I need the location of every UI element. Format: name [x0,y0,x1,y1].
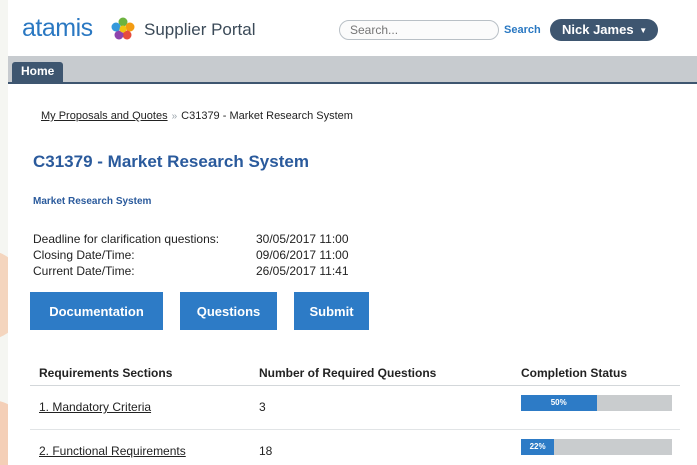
date-row: Current Date/Time: 26/05/2017 11:41 [33,264,393,280]
user-menu-button[interactable]: Nick James ▼ [550,19,658,41]
date-label: Deadline for clarification questions: [33,232,220,246]
submit-button[interactable]: Submit [294,292,369,330]
date-value: 09/06/2017 11:00 [256,248,349,262]
completion-progress-bar: 22% [521,439,672,455]
nav-bar: Home [8,56,697,84]
header: atamis Supplier Portal Search Nick James… [8,0,697,56]
column-header: Completion Status [521,366,628,380]
breadcrumb-current: C31379 - Market Research System [181,110,353,122]
date-row: Deadline for clarification questions: 30… [33,232,393,248]
dates-panel: Deadline for clarification questions: 30… [33,232,393,280]
column-header: Number of Required Questions [259,366,437,380]
question-count: 3 [259,400,266,414]
question-count: 18 [259,444,273,458]
date-row: Closing Date/Time: 09/06/2017 11:00 [33,248,393,264]
table-row: 1. Mandatory Criteria 3 50% [30,386,680,430]
atamis-logo[interactable]: atamis [22,14,93,43]
search-input[interactable] [339,20,499,40]
section-link[interactable]: 2. Functional Requirements [39,444,186,458]
tab-home[interactable]: Home [12,62,64,84]
breadcrumb-separator: » [171,111,178,122]
flower-logo-icon [111,17,135,40]
table-row: 2. Functional Requirements 18 22% [30,430,680,465]
breadcrumb: My Proposals and Quotes» C31379 - Market … [41,110,353,122]
completion-progress-bar: 50% [521,395,672,411]
portal-title: Supplier Portal [144,20,256,39]
breadcrumb-link-proposals[interactable]: My Proposals and Quotes [41,110,168,122]
date-label: Closing Date/Time: [33,248,135,262]
progress-fill: 50% [521,395,597,411]
questions-button[interactable]: Questions [180,292,277,330]
page-title: C31379 - Market Research System [33,152,309,171]
date-value: 26/05/2017 11:41 [256,264,349,278]
progress-fill: 22% [521,439,555,455]
section-link[interactable]: 1. Mandatory Criteria [39,400,151,414]
column-header: Requirements Sections [39,366,173,380]
portal-window: atamis Supplier Portal Search Nick James… [8,0,697,465]
documentation-button[interactable]: Documentation [30,292,163,330]
search-button[interactable]: Search [504,24,541,36]
page-subtitle: Market Research System [33,196,152,207]
requirements-table: Requirements Sections Number of Required… [30,356,680,465]
date-value: 30/05/2017 11:00 [256,232,349,246]
date-label: Current Date/Time: [33,264,135,278]
table-header: Requirements Sections Number of Required… [30,356,680,386]
caret-down-icon: ▼ [639,26,648,35]
user-name: Nick James [562,22,634,37]
